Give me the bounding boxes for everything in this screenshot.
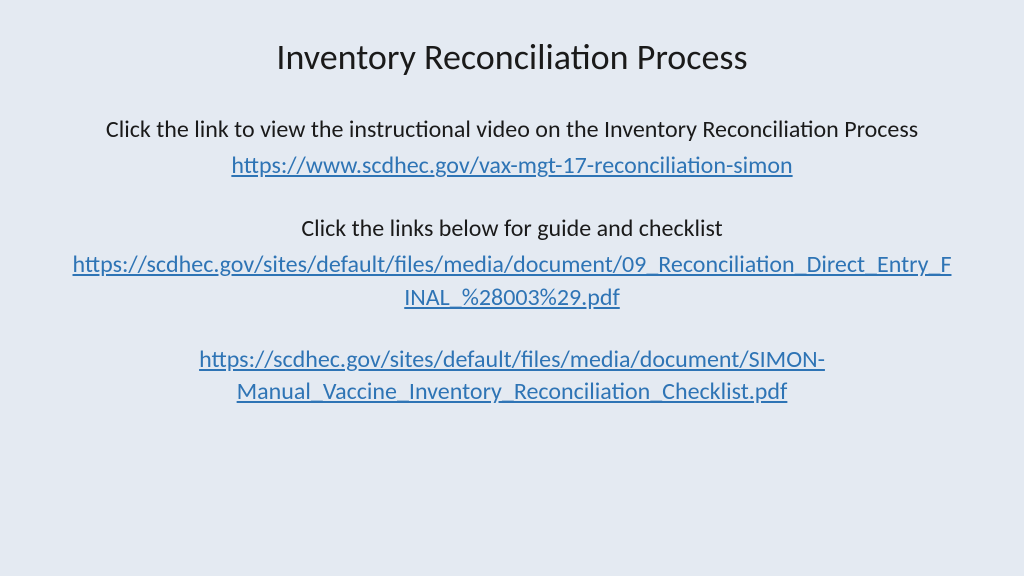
video-link[interactable]: https://www.scdhec.gov/vax-mgt-17-reconc… — [231, 150, 792, 182]
intro-text-2: Click the links below for guide and chec… — [301, 213, 722, 245]
slide-title: Inventory Reconciliation Process — [276, 35, 747, 79]
intro-text-1: Click the link to view the instructional… — [106, 114, 918, 146]
guide-link[interactable]: https://scdhec.gov/sites/default/files/m… — [72, 249, 952, 314]
checklist-link[interactable]: https://scdhec.gov/sites/default/files/m… — [72, 344, 952, 409]
